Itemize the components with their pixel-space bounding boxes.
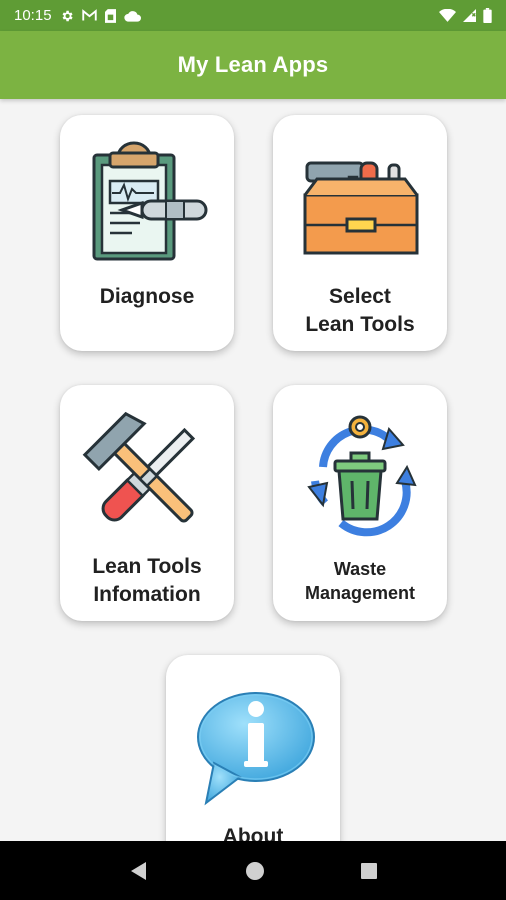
diagnose-button[interactable]: Diagnose	[60, 115, 234, 351]
gear-icon	[60, 9, 74, 23]
sim-card-icon	[104, 8, 116, 23]
gmail-icon	[81, 9, 97, 22]
about-label: About	[222, 825, 284, 841]
app-title: My Lean Apps	[177, 52, 329, 77]
recents-button[interactable]	[360, 862, 378, 880]
recents-icon	[361, 862, 378, 879]
about-button[interactable]: About	[166, 655, 340, 841]
navigation-bar	[0, 841, 506, 900]
recycle-bin-icon	[295, 411, 425, 541]
home-button[interactable]	[245, 861, 265, 881]
screwdriver-hammer-icon	[82, 411, 212, 541]
status-time: 10:15	[14, 7, 52, 24]
diagnose-label: Diagnose	[99, 285, 195, 308]
clipboard-pen-icon	[82, 141, 212, 271]
toolbox-icon	[295, 141, 425, 271]
back-icon	[130, 861, 146, 880]
back-button[interactable]	[128, 860, 150, 882]
info-bubble-icon	[188, 681, 318, 811]
cloud-icon	[123, 10, 141, 22]
wifi-icon	[439, 9, 456, 22]
home-icon	[245, 861, 264, 880]
select-lean-tools-button[interactable]: Select Lean Tools	[273, 115, 447, 351]
menu-grid: Diagnose Select Lean Tools Lean Tools In…	[0, 99, 506, 841]
status-bar: 10:15	[0, 0, 506, 31]
waste-management-label: Waste Management	[304, 559, 416, 603]
app-bar: My Lean Apps	[0, 31, 506, 99]
lean-tools-information-label: Lean Tools Infomation	[92, 555, 202, 606]
signal-icon	[463, 9, 476, 22]
select-lean-tools-label: Select Lean Tools	[305, 285, 415, 336]
lean-tools-information-button[interactable]: Lean Tools Infomation	[60, 385, 234, 621]
battery-icon	[483, 8, 492, 23]
waste-management-button[interactable]: Waste Management	[273, 385, 447, 621]
